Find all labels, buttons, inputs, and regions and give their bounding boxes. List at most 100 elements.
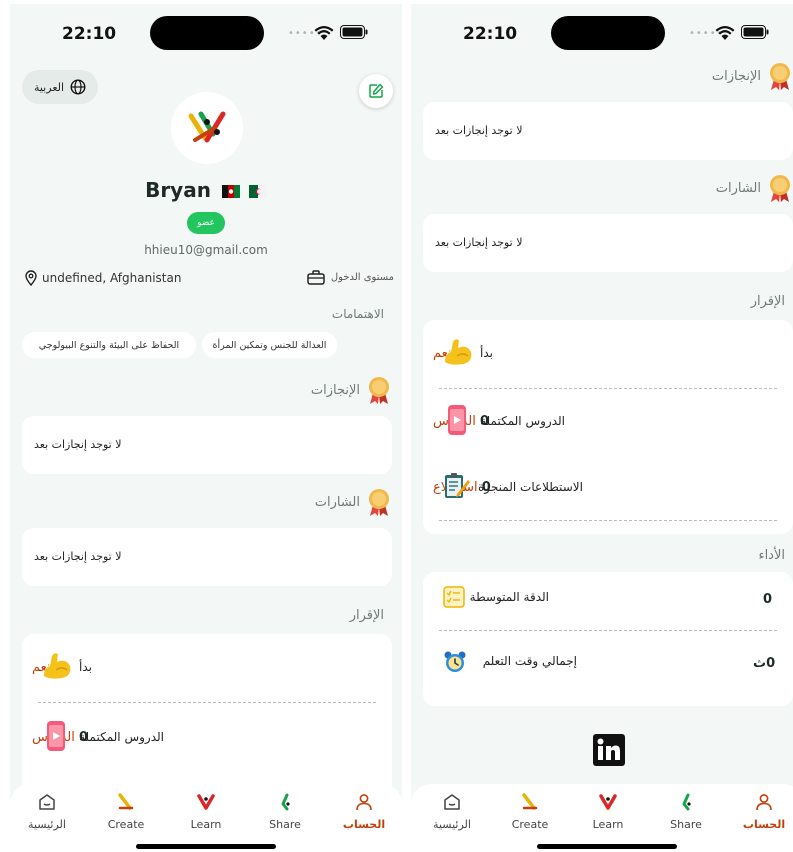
dynamic-island <box>150 16 264 50</box>
nav-learn-label: Learn <box>190 818 222 831</box>
achievements-heading: الإنجازات <box>712 60 793 92</box>
entry-level-row: مستوى الدخول <box>307 270 394 285</box>
app-logo-icon <box>188 111 226 143</box>
nav-create[interactable]: Create <box>495 792 565 831</box>
acknowledgement-heading: الإقرار <box>349 608 384 623</box>
total-learning-time-label: إجمالي وقت التعلم <box>482 654 577 668</box>
profile-screen-scrolled: 22:10 ••••• الإنجازات لا توجد إنجازات بع… <box>411 4 793 852</box>
average-accuracy-value: 0 <box>763 592 773 607</box>
status-time: 22:10 <box>463 24 518 44</box>
globe-icon <box>70 79 86 95</box>
bottom-nav: الرئيسية Create Learn Share الحساب <box>411 784 793 852</box>
achievements-heading-label: الإنجازات <box>310 382 360 398</box>
nav-create-label: Create <box>511 818 549 831</box>
badges-empty-text: لا توجد إنجازات بعد <box>435 236 523 249</box>
badges-empty-text: لا توجد إنجازات بعد <box>34 550 122 563</box>
nav-home-label: الرئيسية <box>28 818 66 831</box>
nav-learn[interactable]: Learn <box>171 792 241 831</box>
status-time: 22:10 <box>62 24 117 44</box>
started-label: بدأ <box>480 346 493 360</box>
language-label: العربية <box>33 80 65 94</box>
wifi-icon <box>715 26 735 40</box>
nav-create[interactable]: Create <box>91 792 161 831</box>
linkedin-icon[interactable] <box>593 734 625 766</box>
member-badge: عضو <box>187 212 225 234</box>
language-switch-button[interactable]: العربية <box>22 70 98 104</box>
medal-icon <box>369 377 389 404</box>
bottom-nav: الرئيسية Create Learn Share الحساب <box>10 784 402 852</box>
entry-level-label: مستوى الدخول <box>330 272 394 283</box>
create-icon <box>522 793 538 810</box>
alarm-clock-icon <box>444 651 466 672</box>
nav-share-label: Share <box>269 818 301 831</box>
surveys-completed-label: الاستطلاعات المنجزة <box>478 480 583 494</box>
acknowledgement-card: نعم بدأ 0 الدروس الدروس المكتملة 0 استطل… <box>423 320 793 534</box>
achievements-empty-text: لا توجد إنجازات بعد <box>34 438 122 451</box>
briefcase-icon <box>307 270 325 285</box>
dynamic-island <box>551 16 665 50</box>
nav-learn[interactable]: Learn <box>573 792 643 831</box>
create-icon <box>118 793 134 810</box>
row-divider <box>439 630 777 631</box>
lessons-completed-label: الدروس المكتملة <box>480 414 565 428</box>
nav-learn-label: Learn <box>592 818 624 831</box>
learn-icon <box>599 794 617 810</box>
checklist-icon <box>443 586 465 608</box>
avatar[interactable] <box>171 92 243 164</box>
achievements-card: لا توجد إنجازات بعد <box>423 102 793 160</box>
home-indicator <box>537 844 677 849</box>
home-indicator <box>136 844 276 849</box>
nav-account[interactable]: الحساب <box>729 792 793 831</box>
badges-heading: الشارات <box>716 172 793 204</box>
location-text: undefined, Afghanistan <box>42 271 182 285</box>
badges-card: لا توجد إنجازات بعد <box>423 214 793 272</box>
profile-email: hhieu10@gmail.com <box>144 243 268 257</box>
achievements-heading-label: الإنجازات <box>711 68 761 84</box>
nav-share-label: Share <box>670 818 702 831</box>
nav-home[interactable]: الرئيسية <box>12 792 82 831</box>
nav-account-label: الحساب <box>342 818 386 831</box>
location-pin-icon <box>25 270 37 286</box>
medal-icon <box>770 63 790 90</box>
average-accuracy-label: الدقة المتوسطة <box>469 590 549 604</box>
home-icon <box>444 794 460 810</box>
location-row: undefined, Afghanistan <box>24 270 181 286</box>
account-icon <box>756 794 772 811</box>
profile-name: Bryan <box>145 178 211 202</box>
learn-icon <box>197 794 215 810</box>
profile-name-row: Bryan <box>10 178 402 202</box>
total-learning-time-value: 0ث <box>753 656 776 671</box>
acknowledgement-heading: الإقرار <box>750 294 785 309</box>
row-divider <box>439 388 777 389</box>
share-icon <box>281 793 290 811</box>
edit-icon <box>369 83 384 98</box>
flexed-arm-icon <box>44 653 71 679</box>
badges-heading-label: الشارات <box>314 494 360 510</box>
edit-profile-button[interactable] <box>359 74 393 108</box>
wifi-icon <box>314 26 334 40</box>
battery-icon <box>340 25 368 39</box>
account-icon <box>356 794 372 811</box>
interest-chip[interactable]: الحفاظ على البيئة والتنوع البيولوجي <box>22 332 196 358</box>
lessons-completed-label: الدروس المكتملة <box>79 730 164 744</box>
achievements-card: لا توجد إنجازات بعد <box>22 416 392 474</box>
home-icon <box>39 794 55 810</box>
nav-account[interactable]: الحساب <box>329 792 399 831</box>
performance-heading: الأداء <box>758 548 785 563</box>
interests-heading: الاهتمامات <box>331 307 384 321</box>
flexed-arm-icon <box>445 339 472 365</box>
phone-video-icon <box>448 405 466 435</box>
share-icon <box>682 793 691 811</box>
interest-chip[interactable]: العدالة للجنس وتمكين المرأة <box>202 332 337 358</box>
algeria-flag-icon <box>248 185 267 198</box>
achievements-empty-text: لا توجد إنجازات بعد <box>435 124 523 137</box>
nav-share[interactable]: Share <box>250 792 320 831</box>
badges-card: لا توجد إنجازات بعد <box>22 528 392 586</box>
nav-home[interactable]: الرئيسية <box>417 792 487 831</box>
afghanistan-flag-icon <box>221 185 240 198</box>
badges-heading-label: الشارات <box>715 180 761 196</box>
nav-share[interactable]: Share <box>651 792 721 831</box>
medal-icon <box>770 175 790 202</box>
medal-icon <box>369 489 389 516</box>
acknowledgement-card: نعم بدأ 0 الدروس الدروس المكتملة <box>22 634 392 804</box>
